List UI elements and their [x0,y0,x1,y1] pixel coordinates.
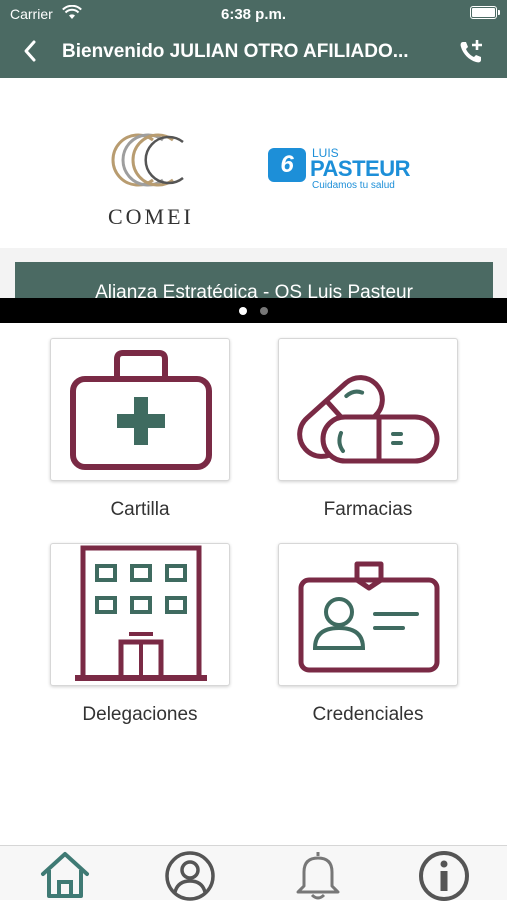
bottom-tab-bar [0,845,507,901]
banner-carousel: Alianza Estratégica - OS Luis Pasteur [0,248,507,300]
banner-slide[interactable]: Alianza Estratégica - OS Luis Pasteur [15,262,493,300]
delegaciones-label: Delegaciones [82,704,198,725]
pasteur-name-text: PASTEUR [310,156,411,181]
pager-dot-2[interactable] [260,307,268,315]
partner-logos: COMEI 6 LUIS PASTEUR Cuidamos tu salud [0,78,507,248]
credenciales-tile[interactable] [278,543,458,686]
carousel-pager [0,298,507,323]
cartilla-tile[interactable] [50,338,230,481]
id-card-icon [298,561,440,673]
back-chevron-icon[interactable] [18,38,44,64]
page-title: Bienvenido JULIAN OTRO AFILIADO... [62,41,409,62]
comei-wordmark: COMEI [108,204,194,229]
pager-dot-1[interactable] [239,307,247,315]
navigation-header: Carrier 6:38 p.m. Bienvenido JULIAN OTRO… [0,0,507,78]
battery-icon [470,6,500,19]
medical-kit-icon [70,350,212,470]
cartilla-label: Cartilla [110,499,170,520]
farmacias-label: Farmacias [323,499,413,520]
profile-icon[interactable] [160,848,220,901]
credenciales-label: Credenciales [312,704,424,725]
luis-pasteur-logo: 6 LUIS PASTEUR Cuidamos tu salud [268,146,411,196]
building-icon [75,545,207,681]
farmacias-tile[interactable] [278,338,458,481]
notifications-icon[interactable] [288,848,348,901]
pasteur-badge: 6 [268,148,306,182]
pills-icon [297,375,440,464]
status-bar: Carrier 6:38 p.m. [0,0,507,28]
pasteur-tagline: Cuidamos tu salud [312,180,395,191]
status-time: 6:38 p.m. [220,6,287,23]
delegaciones-tile[interactable] [50,543,230,686]
home-icon[interactable] [35,848,95,901]
info-icon[interactable] [414,848,474,901]
add-call-icon[interactable] [457,38,485,66]
